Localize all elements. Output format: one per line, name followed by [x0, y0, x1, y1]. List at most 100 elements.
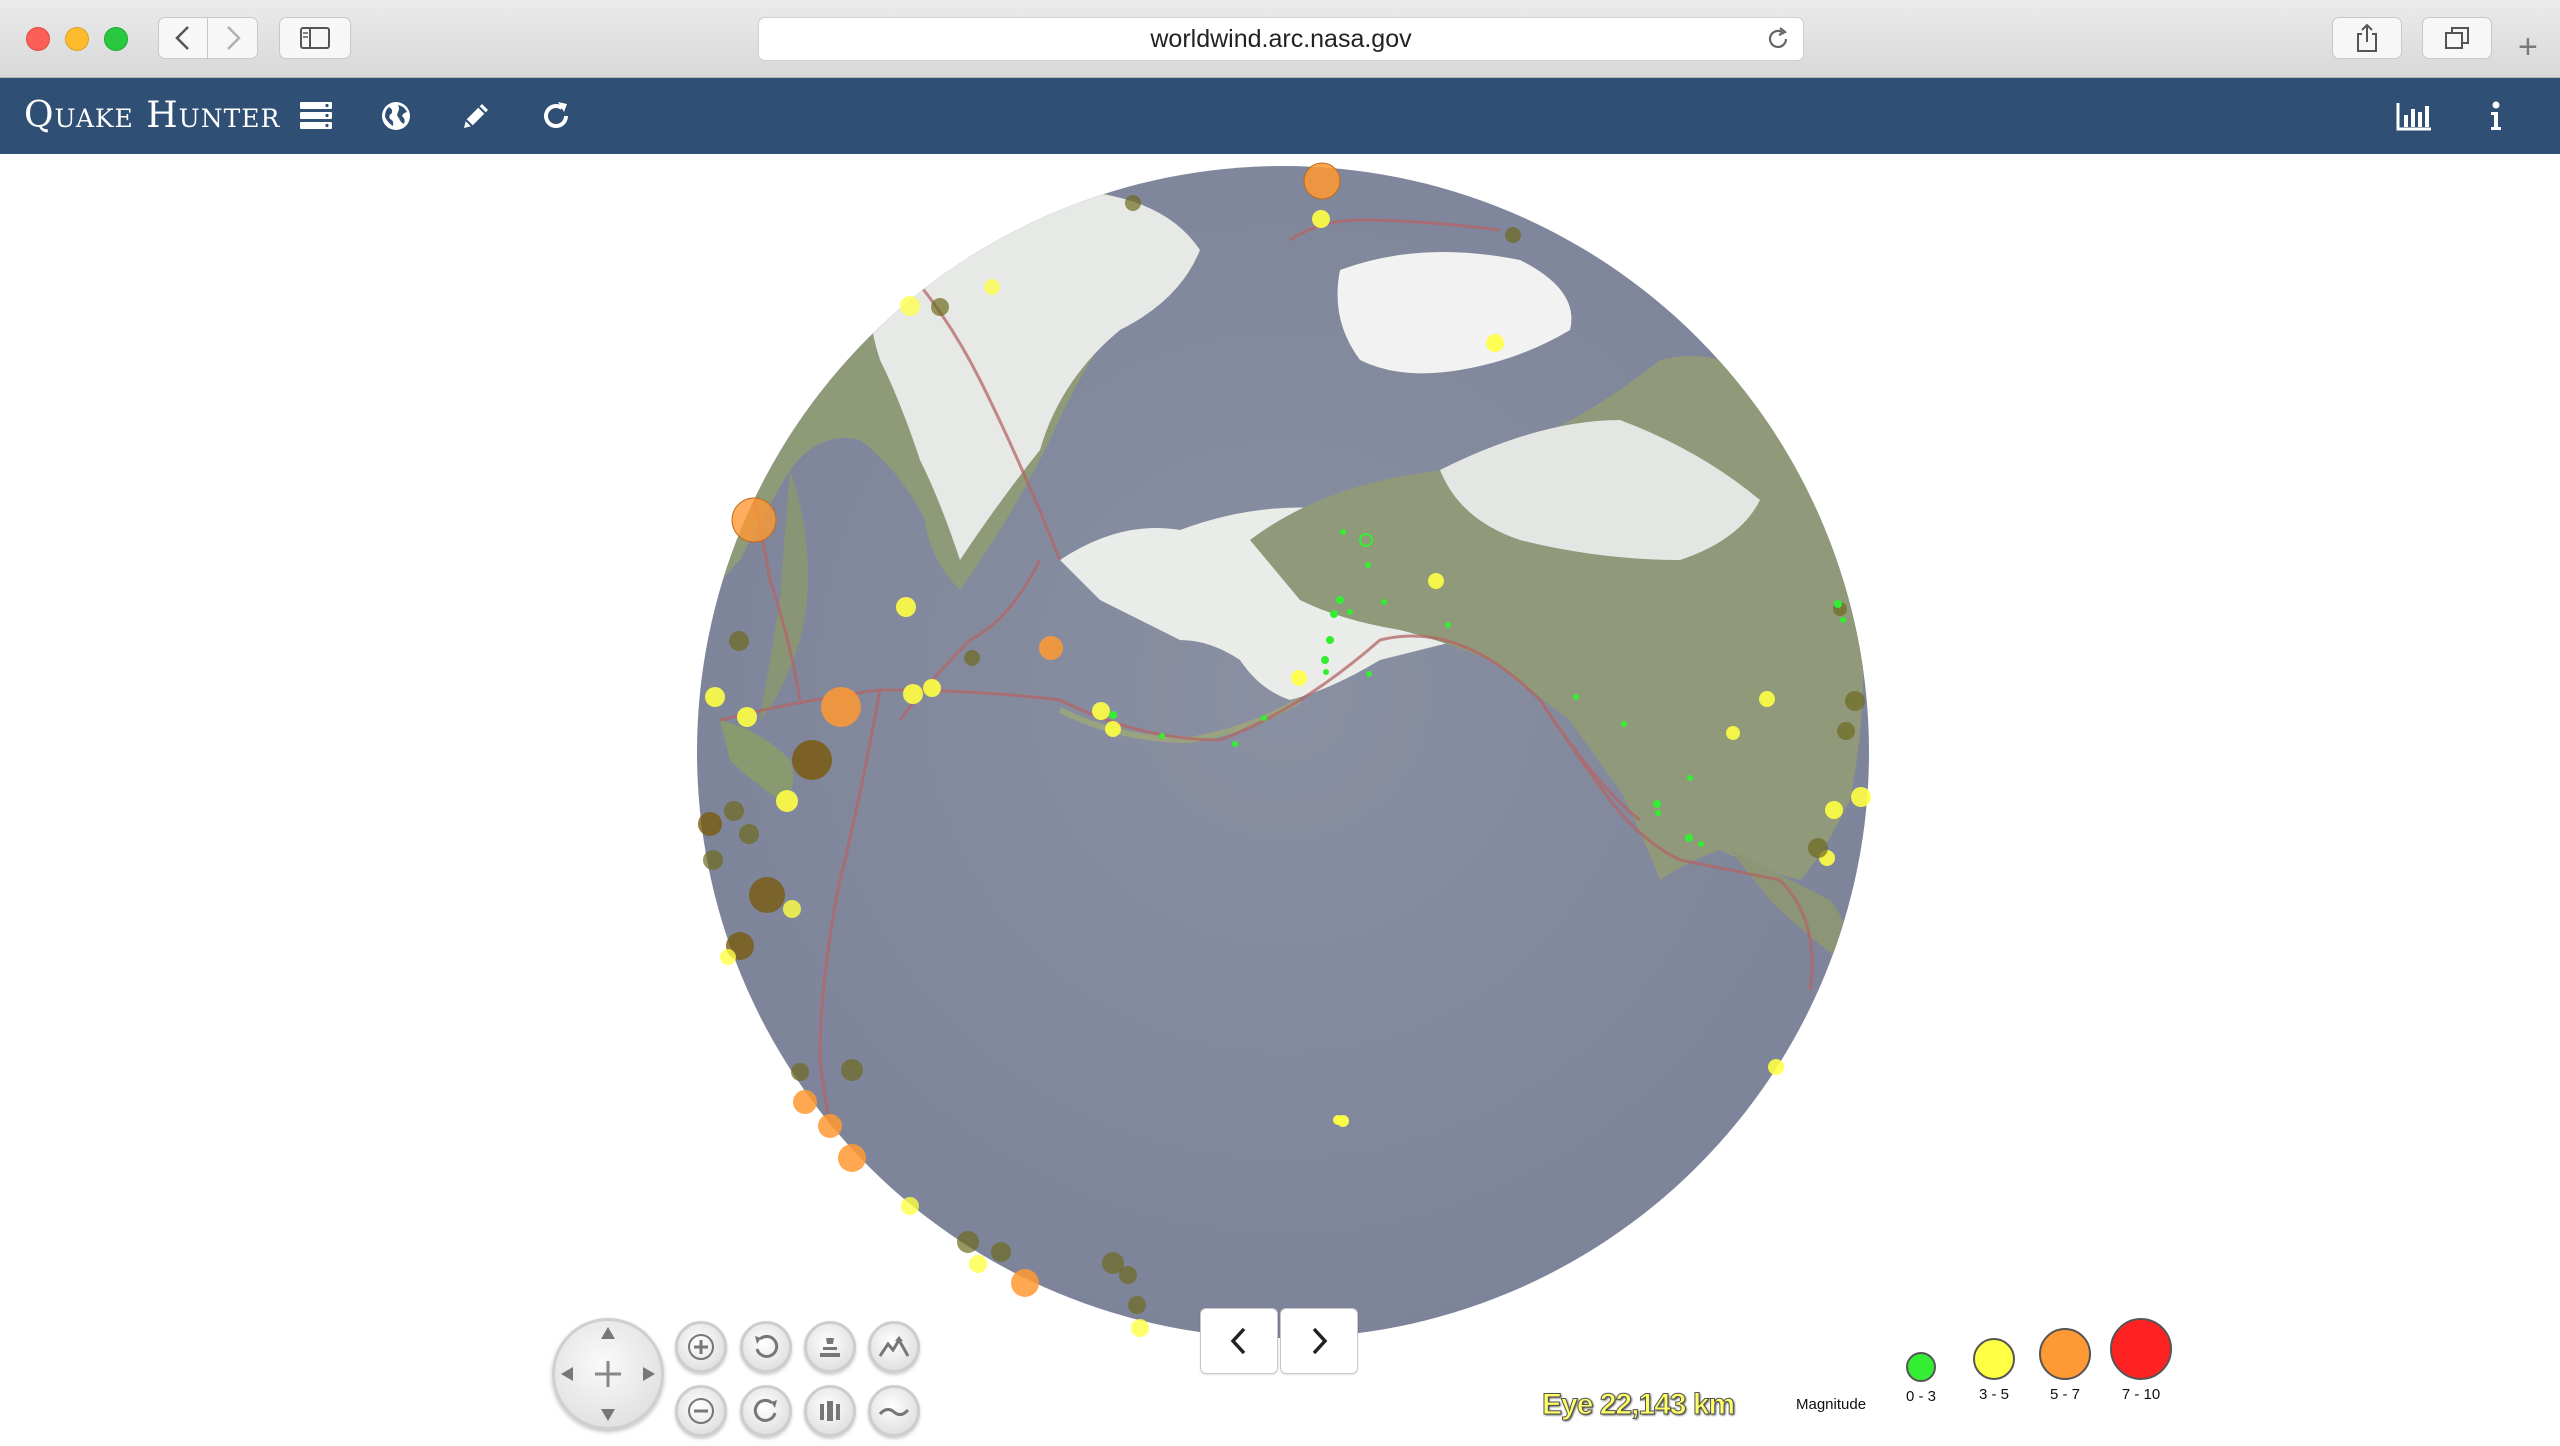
quake-marker[interactable] — [984, 279, 1000, 295]
quake-marker[interactable] — [1119, 1266, 1137, 1284]
globe-canvas[interactable] — [0, 154, 2560, 1446]
quake-marker[interactable] — [776, 790, 798, 812]
address-bar[interactable]: worldwind.arc.nasa.gov — [758, 17, 1804, 61]
quake-marker[interactable] — [1128, 1296, 1146, 1314]
quake-marker[interactable] — [1428, 573, 1444, 589]
quake-marker[interactable] — [1326, 636, 1334, 644]
quake-marker[interactable] — [1261, 715, 1267, 721]
quake-marker[interactable] — [1109, 711, 1117, 719]
quake-marker[interactable] — [1505, 227, 1521, 243]
quake-marker[interactable] — [901, 1197, 919, 1215]
quake-marker[interactable] — [1330, 610, 1338, 618]
quake-marker[interactable] — [724, 801, 744, 821]
window-minimize-button[interactable] — [65, 27, 89, 51]
quake-marker[interactable] — [1825, 801, 1843, 819]
quake-marker[interactable] — [739, 824, 759, 844]
sidebar-toggle-button[interactable] — [279, 17, 351, 59]
window-close-button[interactable] — [26, 27, 50, 51]
quake-marker[interactable] — [1340, 529, 1346, 535]
quake-marker[interactable] — [1232, 741, 1238, 747]
quake-marker[interactable] — [791, 1063, 809, 1081]
quake-marker[interactable] — [1445, 622, 1451, 628]
statistics-button[interactable] — [2394, 96, 2434, 136]
browser-back-button[interactable] — [158, 17, 208, 59]
quake-marker[interactable] — [1125, 195, 1141, 211]
layers-button[interactable] — [296, 96, 336, 136]
tilt-down-button[interactable] — [804, 1385, 856, 1437]
quake-marker[interactable] — [792, 740, 832, 780]
rotate-cw-button[interactable] — [740, 1385, 792, 1437]
quake-marker[interactable] — [720, 949, 736, 965]
quake-marker[interactable] — [737, 707, 757, 727]
quake-marker[interactable] — [1726, 726, 1740, 740]
browser-forward-button[interactable] — [208, 17, 258, 59]
quake-marker[interactable] — [1323, 669, 1329, 675]
rotate-ccw-button[interactable] — [740, 1321, 792, 1373]
quake-marker[interactable] — [793, 1090, 817, 1114]
quake-marker[interactable] — [1573, 694, 1579, 700]
quake-marker[interactable] — [964, 650, 980, 666]
quake-marker[interactable] — [1291, 670, 1307, 686]
quake-marker[interactable] — [703, 850, 723, 870]
globe-viewport[interactable] — [0, 154, 2560, 1446]
quake-marker[interactable] — [1092, 702, 1110, 720]
quake-marker[interactable] — [1685, 834, 1693, 842]
previous-button[interactable] — [1200, 1308, 1278, 1374]
quake-marker[interactable] — [1845, 691, 1865, 711]
quake-marker[interactable] — [1381, 599, 1387, 605]
quake-marker[interactable] — [1321, 656, 1329, 664]
quake-marker[interactable] — [969, 1255, 987, 1273]
quake-marker[interactable] — [991, 1242, 1011, 1262]
quake-marker[interactable] — [1011, 1269, 1039, 1297]
quake-marker[interactable] — [838, 1144, 866, 1172]
info-button[interactable] — [2476, 96, 2516, 136]
exaggeration-down-button[interactable] — [868, 1385, 920, 1437]
quake-marker[interactable] — [1105, 721, 1121, 737]
globe-button[interactable] — [376, 96, 416, 136]
quake-marker[interactable] — [1621, 721, 1627, 727]
quake-marker[interactable] — [1366, 671, 1372, 677]
quake-marker[interactable] — [1312, 210, 1330, 228]
quake-marker[interactable] — [698, 812, 722, 836]
quake-marker[interactable] — [1303, 162, 1341, 200]
quake-marker[interactable] — [1851, 787, 1871, 807]
quake-marker[interactable] — [841, 1059, 863, 1081]
quake-marker[interactable] — [1486, 334, 1504, 352]
pan-control[interactable] — [552, 1318, 664, 1430]
zoom-out-button[interactable] — [675, 1385, 727, 1437]
quake-marker[interactable] — [705, 687, 725, 707]
quake-marker[interactable] — [749, 877, 785, 913]
quake-marker[interactable] — [1768, 1059, 1784, 1075]
window-maximize-button[interactable] — [104, 27, 128, 51]
new-tab-button[interactable]: + — [2518, 30, 2538, 64]
quake-marker[interactable] — [1655, 810, 1661, 816]
quake-marker[interactable] — [1759, 691, 1775, 707]
quake-marker[interactable] — [1333, 1115, 1343, 1125]
quake-marker[interactable] — [903, 684, 923, 704]
quake-marker[interactable] — [923, 679, 941, 697]
quake-marker[interactable] — [818, 1114, 842, 1138]
quake-marker[interactable] — [1039, 636, 1063, 660]
quake-marker[interactable] — [900, 296, 920, 316]
quake-marker[interactable] — [1808, 838, 1828, 858]
quake-marker[interactable] — [1653, 800, 1661, 808]
quake-marker[interactable] — [783, 900, 801, 918]
quake-marker[interactable] — [1698, 841, 1704, 847]
quake-marker[interactable] — [821, 687, 861, 727]
quake-marker[interactable] — [896, 597, 916, 617]
exaggeration-up-button[interactable] — [868, 1321, 920, 1373]
quake-marker[interactable] — [731, 497, 777, 543]
quake-marker[interactable] — [1336, 596, 1344, 604]
quake-marker[interactable] — [1840, 617, 1846, 623]
draw-button[interactable] — [456, 96, 496, 136]
quake-marker[interactable] — [729, 631, 749, 651]
quake-marker[interactable] — [957, 1231, 979, 1253]
refresh-button[interactable] — [536, 96, 576, 136]
reload-icon[interactable] — [1765, 26, 1791, 52]
share-button[interactable] — [2332, 17, 2402, 59]
quake-marker[interactable] — [1837, 722, 1855, 740]
quake-marker[interactable] — [1687, 775, 1693, 781]
quake-marker[interactable] — [931, 298, 949, 316]
zoom-in-button[interactable] — [675, 1321, 727, 1373]
quake-marker[interactable] — [1159, 733, 1165, 739]
